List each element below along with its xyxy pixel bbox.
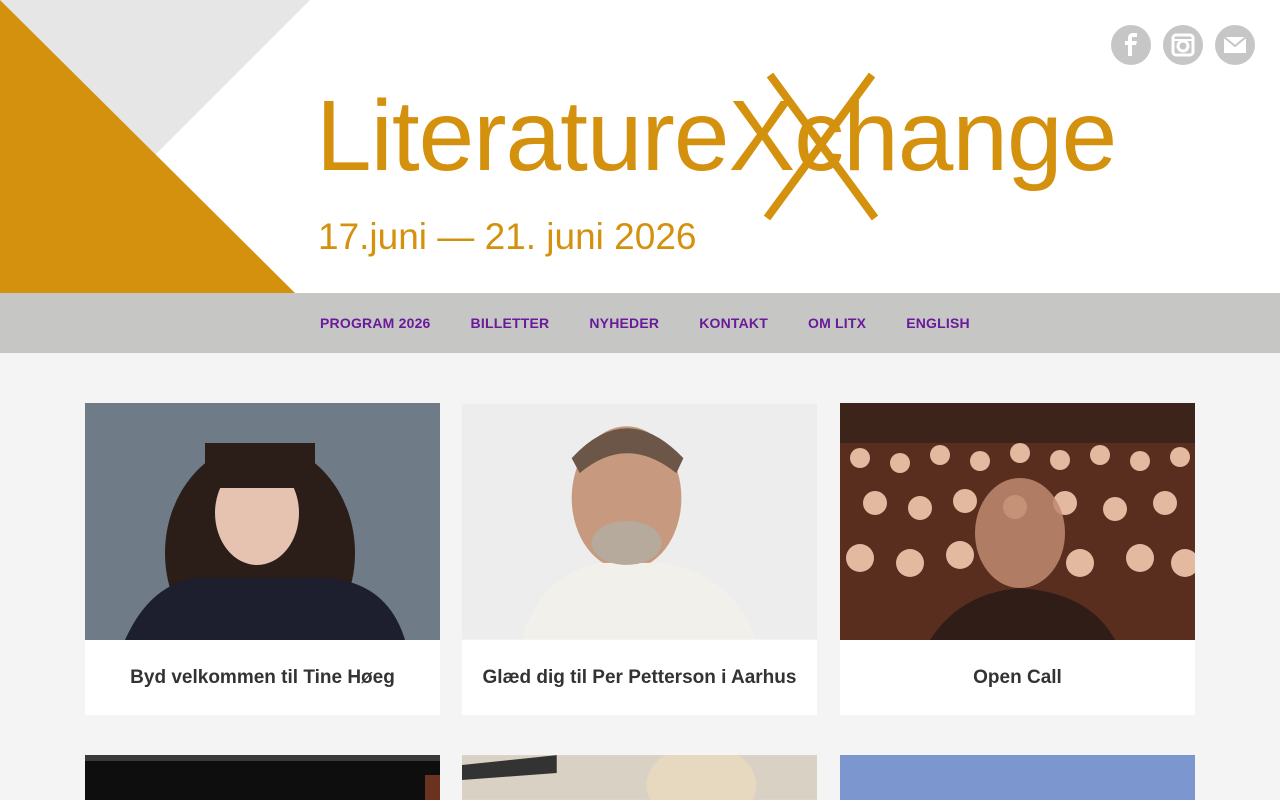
card-image-portrait-man [462,403,817,640]
nav-item-kontakt[interactable]: KONTAKT [679,315,788,331]
news-card[interactable] [840,755,1195,800]
main-nav: PROGRAM 2026 BILLETTER NYHEDER KONTAKT O… [0,293,1280,353]
card-image-stage [85,755,440,800]
mail-button[interactable] [1215,25,1255,65]
nav-item-om-litx[interactable]: OM LITX [788,315,886,331]
card-image-event [462,755,817,800]
social-links [1111,25,1255,65]
instagram-icon [1171,33,1195,57]
banner-logo[interactable]: LiteratureXchange [316,86,1117,186]
news-card[interactable] [462,755,817,800]
mail-icon [1223,36,1247,53]
news-card[interactable] [85,755,440,800]
nav-item-nyheder[interactable]: NYHEDER [569,315,679,331]
instagram-button[interactable] [1163,25,1203,65]
facebook-button[interactable] [1111,25,1151,65]
banner-dates: 17.juni — 21. juni 2026 [318,216,697,257]
card-title[interactable]: Glæd dig til Per Petterson i Aarhus [462,640,817,715]
nav-item-billetter[interactable]: BILLETTER [451,315,570,331]
news-card[interactable]: Byd velkommen til Tine Høeg [85,403,440,715]
site-header: LiteratureXchange 17.juni — 21. juni 202… [0,0,1280,293]
news-card[interactable]: Open Call [840,403,1195,715]
card-title[interactable]: Open Call [840,640,1195,715]
card-image-audience [840,403,1195,640]
nav-item-program[interactable]: PROGRAM 2026 [300,315,451,331]
card-image-blue [840,755,1195,800]
card-title[interactable]: Byd velkommen til Tine Høeg [85,640,440,715]
news-card[interactable]: Glæd dig til Per Petterson i Aarhus [462,403,817,715]
facebook-icon [1125,33,1137,56]
card-image-portrait-woman [85,403,440,640]
nav-item-english[interactable]: ENGLISH [886,315,990,331]
